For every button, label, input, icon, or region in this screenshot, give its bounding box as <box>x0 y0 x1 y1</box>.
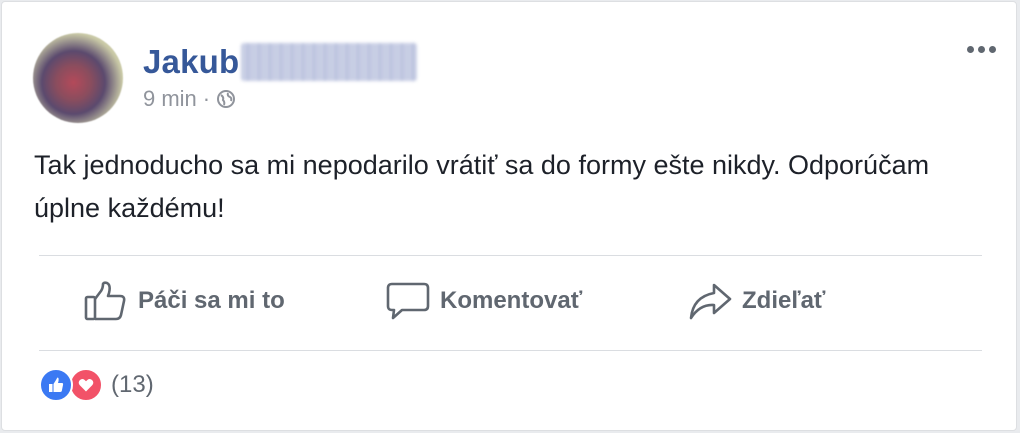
meta-separator: · <box>202 86 211 111</box>
more-options-icon[interactable] <box>967 46 996 53</box>
divider-bottom <box>39 350 982 351</box>
reactions-summary[interactable]: (13) <box>39 368 154 402</box>
post-timestamp[interactable]: 9 min <box>143 86 197 112</box>
post-meta: 9 min · <box>143 86 236 112</box>
like-reaction-icon <box>39 368 73 402</box>
post-card: Jakub 9 min · Tak jednoducho sa mi nepod… <box>1 1 1017 431</box>
comment-label: Komentovať <box>440 287 583 314</box>
share-button[interactable]: Zdieľať <box>688 278 825 324</box>
author-name[interactable]: Jakub <box>143 43 239 81</box>
reaction-count[interactable]: (13) <box>111 371 154 399</box>
like-button[interactable]: Páči sa mi to <box>84 278 285 324</box>
comment-bubble-icon <box>386 281 430 321</box>
post-text: Tak jednoducho sa mi nepodarilo vrátiť s… <box>34 150 930 223</box>
share-arrow-icon <box>688 281 732 321</box>
comment-button[interactable]: Komentovať <box>386 278 582 324</box>
divider-top <box>39 255 982 256</box>
author-avatar[interactable] <box>33 33 123 123</box>
author-row: Jakub <box>143 42 418 82</box>
like-label: Páči sa mi to <box>138 287 285 314</box>
thumbs-up-icon <box>84 281 128 321</box>
love-reaction-icon <box>69 368 103 402</box>
author-surname-blurred <box>241 43 418 81</box>
globe-icon[interactable] <box>216 89 236 109</box>
share-label: Zdieľať <box>742 287 826 314</box>
